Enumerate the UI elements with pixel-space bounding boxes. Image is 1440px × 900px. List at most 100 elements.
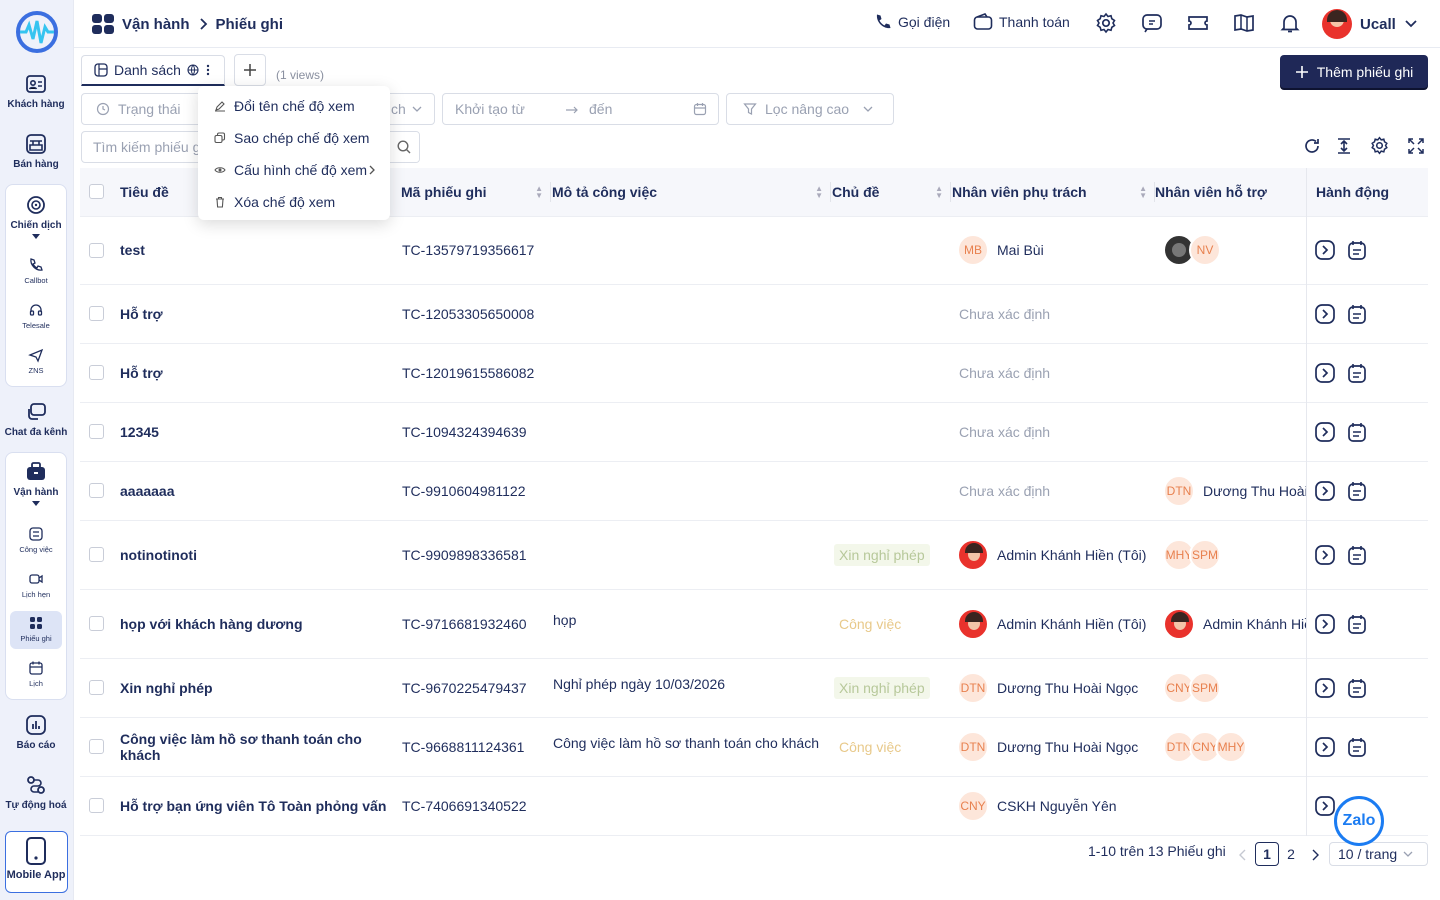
ticket-title[interactable]: họp với khách hàng dương — [120, 589, 400, 659]
column-header-owner[interactable]: Nhân viên phụ trách ▲ ▼ — [951, 168, 1155, 217]
add-view-button[interactable] — [234, 54, 266, 86]
table-row[interactable]: Xin nghỉ phép TC-9670225479437 Nghỉ phép n… — [80, 658, 1428, 718]
table-row[interactable]: họp với khách hàng dương TC-9716681932460… — [80, 589, 1428, 659]
column-header-description[interactable]: Mô tả công việc ▲ ▼ — [551, 168, 831, 217]
row-checkbox[interactable] — [89, 306, 104, 321]
fullscreen-icon[interactable] — [1408, 138, 1424, 154]
sidebar-item-telesale[interactable]: Telesale — [0, 302, 72, 330]
menu-item-configure-view[interactable]: Cấu hình chế độ xem — [198, 154, 390, 186]
ticket-icon[interactable] — [1187, 12, 1209, 34]
table-row[interactable]: Công việc làm hồ sơ thanh toán cho khách… — [80, 717, 1428, 777]
schedule-icon[interactable] — [1346, 544, 1368, 566]
created-date-range[interactable]: Khởi tạo từ đến — [442, 93, 719, 125]
column-header-support[interactable]: Nhân viên hỗ trợ — [1155, 168, 1306, 217]
search-input[interactable]: Tìm kiếm phiếu ghi — [93, 139, 211, 155]
sort-icon[interactable]: ▲ ▼ — [1139, 185, 1147, 200]
sidebar-item-appointments[interactable]: Lịch hẹn — [0, 571, 72, 599]
ticket-title[interactable]: 12345 — [120, 402, 400, 462]
open-detail-icon[interactable] — [1314, 613, 1336, 635]
row-checkbox[interactable] — [89, 483, 104, 498]
open-detail-icon[interactable] — [1314, 362, 1336, 384]
schedule-icon[interactable] — [1346, 303, 1368, 325]
open-detail-icon[interactable] — [1314, 736, 1336, 758]
ticket-title[interactable]: Xin nghỉ phép — [120, 658, 400, 718]
more-vertical-icon[interactable] — [205, 63, 211, 77]
row-checkbox[interactable] — [89, 547, 104, 562]
ticket-title[interactable]: Hỗ trợ bạn ứng viên Tô Toàn phỏng vấn — [120, 776, 400, 836]
page-size-select[interactable]: 10 / trang — [1329, 842, 1428, 866]
ticket-title[interactable]: aaaaaaa — [120, 461, 400, 521]
open-detail-icon[interactable] — [1314, 303, 1336, 325]
sort-icon[interactable]: ▲ ▼ — [815, 185, 823, 200]
table-row[interactable]: Hỗ trợ bạn ứng viên Tô Toàn phỏng vấn TC-… — [80, 776, 1428, 836]
sidebar-item-tasks[interactable]: Công việc — [0, 526, 72, 554]
open-detail-icon[interactable] — [1314, 795, 1336, 817]
page-2-button[interactable]: 2 — [1281, 842, 1301, 866]
guide-book-icon[interactable] — [1233, 12, 1255, 34]
ticket-title[interactable]: Hỗ trợ — [120, 284, 400, 344]
schedule-icon[interactable] — [1346, 239, 1368, 261]
message-icon[interactable] — [1141, 12, 1163, 34]
open-detail-icon[interactable] — [1314, 480, 1336, 502]
row-checkbox[interactable] — [89, 242, 104, 258]
row-checkbox[interactable] — [89, 616, 104, 631]
sidebar-item-customers[interactable]: Khách hàng — [0, 73, 72, 110]
ticket-title[interactable]: Hỗ trợ — [120, 343, 400, 403]
page-1-button[interactable]: 1 — [1255, 842, 1279, 866]
open-detail-icon[interactable] — [1314, 544, 1336, 566]
table-row[interactable]: test TC-13579719356617 MB Mai Bùi NV — [80, 216, 1428, 285]
open-detail-icon[interactable] — [1314, 239, 1336, 261]
schedule-icon[interactable] — [1346, 362, 1368, 384]
sort-icon[interactable]: ▲ ▼ — [535, 185, 543, 200]
payment-button[interactable]: Thanh toán — [973, 13, 1070, 31]
add-ticket-button[interactable]: Thêm phiếu ghi — [1280, 55, 1428, 88]
table-row[interactable]: Hỗ trợ TC-12053305650008 Chưa xác định — [80, 284, 1428, 344]
row-height-icon[interactable] — [1335, 137, 1353, 155]
sidebar-item-automation[interactable]: Tự động hoá — [0, 774, 72, 811]
menu-item-copy-view[interactable]: Sao chép chế độ xem — [198, 122, 390, 154]
sidebar-item-zns[interactable]: ZNS — [0, 347, 72, 375]
row-checkbox[interactable] — [89, 739, 104, 754]
search-button[interactable] — [387, 132, 419, 162]
sidebar-item-calendar[interactable]: Lịch — [0, 660, 72, 688]
row-checkbox[interactable] — [89, 680, 104, 695]
settings-gear-icon[interactable] — [1370, 136, 1389, 155]
row-checkbox[interactable] — [89, 424, 104, 439]
ticket-title[interactable]: test — [120, 216, 400, 285]
breadcrumb-root[interactable]: Vận hành — [122, 16, 190, 33]
schedule-icon[interactable] — [1346, 677, 1368, 699]
chevron-right-icon[interactable] — [1310, 849, 1320, 861]
schedule-icon[interactable] — [1346, 736, 1368, 758]
schedule-icon[interactable] — [1346, 421, 1368, 443]
sidebar-item-callbot[interactable]: Callbot — [0, 257, 72, 285]
select-all-checkbox[interactable] — [89, 184, 104, 200]
ticket-title[interactable]: Công việc làm hồ sơ thanh toán cho khách — [120, 717, 400, 777]
sidebar-item-tickets[interactable]: Phiếu ghi — [0, 615, 72, 643]
view-tab-list[interactable]: Danh sách — [81, 55, 225, 86]
refresh-icon[interactable] — [1303, 137, 1321, 155]
chevron-left-icon[interactable] — [1238, 849, 1248, 861]
row-checkbox[interactable] — [89, 798, 104, 813]
advanced-filter[interactable]: Lọc nâng cao — [726, 93, 894, 125]
open-detail-icon[interactable] — [1314, 677, 1336, 699]
table-row[interactable]: aaaaaaa TC-9910604981122 Chưa xác định DTN D… — [80, 461, 1428, 521]
ucall-logo[interactable] — [14, 11, 60, 53]
bell-icon[interactable] — [1279, 12, 1301, 34]
table-row[interactable]: notinotinoti TC-9909898336581 Xin nghỉ phé… — [80, 520, 1428, 590]
menu-item-delete-view[interactable]: Xóa chế độ xem — [198, 186, 390, 218]
ticket-title[interactable]: notinotinoti — [120, 520, 400, 590]
table-row[interactable]: 12345 TC-1094324394639 Chưa xác định — [80, 402, 1428, 462]
user-menu[interactable]: Ucall — [1322, 9, 1418, 39]
table-row[interactable]: Hỗ trợ TC-12019615586082 Chưa xác định — [80, 343, 1428, 403]
menu-item-rename-view[interactable]: Đổi tên chế độ xem — [198, 90, 390, 122]
sidebar-item-omnichannel-chat[interactable]: Chat đa kênh — [0, 401, 72, 438]
settings-gear-icon[interactable] — [1095, 12, 1117, 34]
open-detail-icon[interactable] — [1314, 421, 1336, 443]
row-checkbox[interactable] — [89, 365, 104, 380]
zalo-chat-button[interactable]: Zalo — [1334, 796, 1384, 846]
sidebar-item-operations[interactable]: Vận hành — [0, 461, 72, 506]
column-header-code[interactable]: Mã phiếu ghi ▲ ▼ — [400, 168, 551, 217]
column-header-topic[interactable]: Chủ đề ▲ ▼ — [831, 168, 951, 217]
sidebar-item-sales[interactable]: Bán hàng — [0, 133, 72, 170]
schedule-icon[interactable] — [1346, 613, 1368, 635]
